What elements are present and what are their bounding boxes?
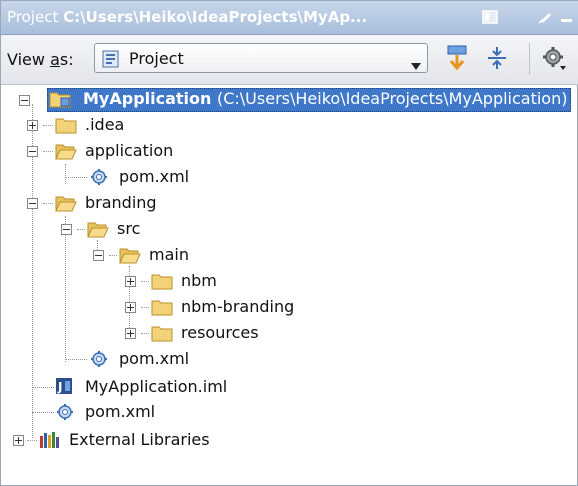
chevron-down-icon [411,56,421,70]
tree-row-application-pom[interactable]: pom.xml [1,164,578,190]
root-path: (C:\Users\Heiko\IdeaProjects\MyApplicati… [216,89,568,108]
tree-item-label: nbm-branding [181,297,295,316]
svg-text:J: J [57,380,62,394]
collapse-all-icon[interactable] [484,44,510,72]
tree-item-label: pom.xml [119,349,190,368]
tool-window-title-bar[interactable]: Project C:\Users\Heiko\IdeaProjects\MyAp… [1,1,578,35]
folder-icon [151,272,173,290]
tree-row-idea[interactable]: .idea [1,112,578,138]
project-tool-window: Project C:\Users\Heiko\IdeaProjects\MyAp… [0,0,578,486]
tree-item-label: pom.xml [85,402,156,421]
collapse-toggle[interactable] [27,146,38,157]
view-as-dropdown[interactable]: Project [94,43,428,73]
toolbar-separator [529,43,530,75]
intellij-module-file-icon: J [55,377,77,395]
expand-toggle[interactable] [13,435,24,446]
tree-row-external-libraries[interactable]: External Libraries [1,427,578,453]
view-as-label: View as: [7,50,74,69]
tree-item-label: nbm [181,271,217,290]
tree-row-nbm[interactable]: nbm [1,268,578,294]
project-toolbar: View as: Project [1,35,578,85]
project-view-icon [101,49,121,69]
tree-item-label: External Libraries [69,430,210,449]
pin-icon[interactable] [535,8,557,26]
tree-row-branding-pom[interactable]: pom.xml [1,346,578,372]
tree-item-label: resources [181,323,259,342]
expand-toggle[interactable] [125,276,136,287]
folder-icon [55,116,77,134]
tree-row-nbm-branding[interactable]: nbm-branding [1,294,578,320]
tree-item-label: branding [85,193,157,212]
gear-file-icon [89,350,111,368]
collapse-toggle[interactable] [93,250,104,261]
open-folder-icon [55,142,77,160]
expand-toggle[interactable] [125,302,136,313]
tree-item-label: src [117,219,141,238]
tree-row-resources[interactable]: resources [1,320,578,346]
tree-row-iml[interactable]: J MyApplication.iml [1,374,578,400]
restore-icon[interactable] [479,8,501,26]
tree-item-label: pom.xml [119,167,190,186]
gear-file-icon [55,403,77,421]
tree-item-label: application [85,141,174,160]
title-path: C:\Users\Heiko\IdeaProjects\MyAp... [63,8,368,26]
gear-file-icon [89,168,111,186]
tree-item-label: main [149,245,189,264]
tree-item-label: MyApplication.iml [85,377,228,396]
tree-item-label: .idea [85,115,125,134]
title-prefix: Project [7,8,59,26]
tree-row-root[interactable]: MyApplication (C:\Users\Heiko\IdeaProjec… [1,86,578,112]
module-folder-icon [49,90,71,108]
libraries-icon [39,431,61,449]
tool-window-title: Project C:\Users\Heiko\IdeaProjects\MyAp… [7,8,367,26]
expand-toggle[interactable] [27,120,38,131]
open-folder-icon [55,194,77,212]
open-folder-icon [119,246,141,264]
collapse-toggle[interactable] [19,95,30,106]
scroll-from-source-icon[interactable] [444,44,470,72]
minimize-icon[interactable] [555,8,577,26]
tree-row-branding[interactable]: branding [1,190,578,216]
root-name: MyApplication [83,89,212,108]
tree-row-src[interactable]: src [1,216,578,242]
open-folder-icon [87,220,109,238]
view-as-value: Project [129,49,184,68]
folder-icon [151,324,173,342]
tree-row-main[interactable]: main [1,242,578,268]
project-tree[interactable]: MyApplication (C:\Users\Heiko\IdeaProjec… [1,86,578,486]
collapse-toggle[interactable] [61,224,72,235]
folder-icon [151,298,173,316]
expand-toggle[interactable] [125,328,136,339]
tree-row-application[interactable]: application [1,138,578,164]
collapse-toggle[interactable] [27,198,38,209]
tree-row-root-pom[interactable]: pom.xml [1,399,578,425]
gear-icon[interactable] [541,44,567,72]
